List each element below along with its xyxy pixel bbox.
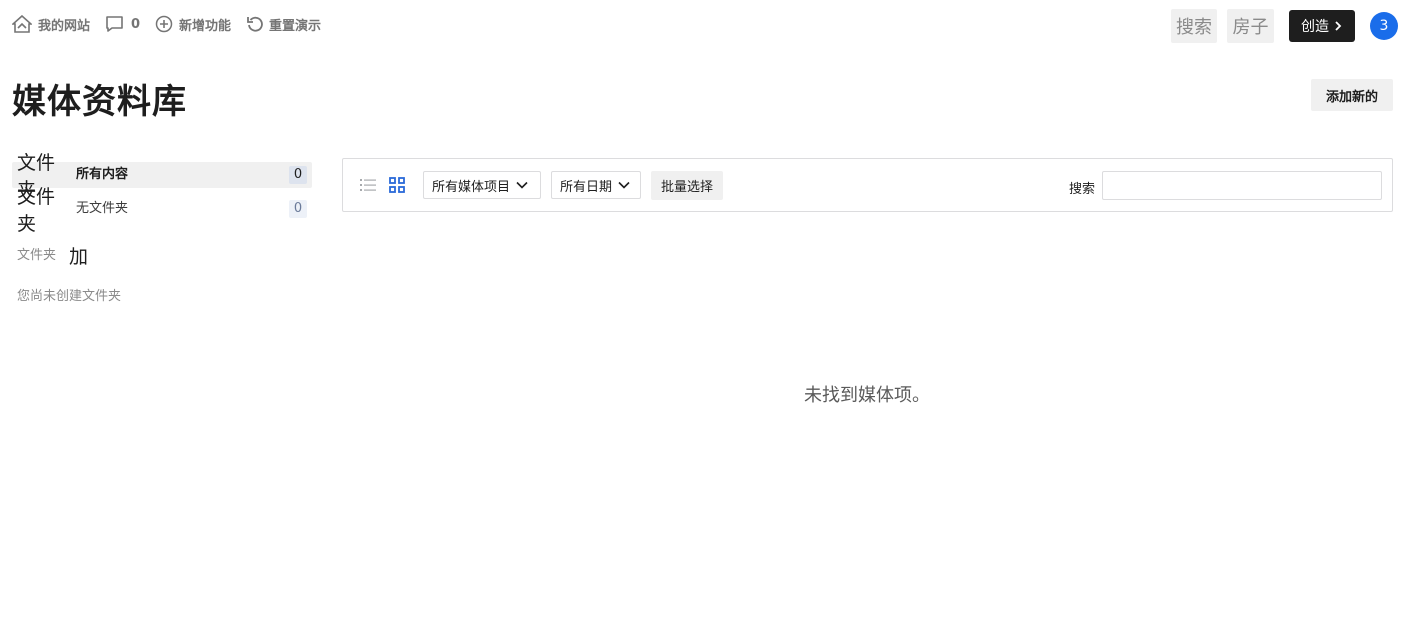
media-search-input[interactable] — [1102, 171, 1382, 200]
site-name: 我的网站 — [38, 18, 91, 34]
chevron-down-icon — [516, 181, 528, 189]
add-folder-button[interactable]: 加 — [69, 242, 88, 269]
create-label: 创造 — [1301, 19, 1329, 35]
comments-count: 0 — [131, 16, 141, 32]
list-view-icon — [360, 179, 376, 191]
reset-icon — [247, 16, 263, 32]
media-type-select[interactable]: 所有媒体项目 — [423, 171, 541, 199]
bulk-select-button[interactable]: 批量选择 — [651, 171, 723, 200]
new-label: 新增功能 — [179, 18, 232, 34]
media-toolbar: 所有媒体项目 所有日期 批量选择 搜索 — [342, 158, 1393, 212]
admin-bar: 我的网站 0 新增功能 重置演示 搜索 房子 创造 3 — [0, 0, 1410, 50]
no-folders-message: 您尚未创建文件夹 — [17, 289, 122, 304]
media-type-value: 所有媒体项目 — [432, 179, 511, 195]
comments-link[interactable]: 0 — [105, 14, 140, 34]
grid-view-button[interactable] — [389, 177, 405, 197]
empty-message: 未找到媒体项。 — [804, 385, 930, 406]
folder-label: 无文件夹 — [76, 200, 129, 216]
house-button[interactable]: 房子 — [1227, 9, 1274, 43]
comment-icon — [106, 16, 123, 32]
create-button[interactable]: 创造 — [1289, 10, 1355, 42]
add-new-button[interactable]: 添加新的 — [1311, 79, 1393, 111]
folder-item-uncategorized[interactable]: 文件夹 无文件夹 0 — [12, 186, 312, 235]
folder-count: 0 — [289, 200, 307, 218]
folders-section-label: 文件夹 — [17, 248, 57, 263]
folder-count: 0 — [289, 166, 307, 184]
reset-label: 重置演示 — [269, 18, 322, 34]
reset-demo-link[interactable]: 重置演示 — [246, 14, 321, 34]
list-view-button[interactable] — [360, 177, 376, 196]
site-link[interactable]: 我的网站 — [12, 14, 90, 34]
notification-badge[interactable]: 3 — [1370, 12, 1398, 40]
date-select[interactable]: 所有日期 — [551, 171, 641, 199]
chevron-down-icon — [618, 181, 630, 189]
page-title: 媒体资料库 — [12, 82, 187, 122]
chevron-right-icon — [1335, 21, 1342, 31]
folder-label: 所有内容 — [76, 166, 129, 182]
date-value: 所有日期 — [560, 179, 613, 195]
new-link[interactable]: 新增功能 — [155, 14, 231, 34]
folder-icon: 文件夹 — [17, 186, 56, 235]
search-label: 搜索 — [1069, 182, 1096, 197]
plus-circle-icon — [155, 15, 173, 33]
grid-view-icon — [389, 177, 405, 193]
search-button[interactable]: 搜索 — [1171, 9, 1217, 43]
site-home-icon — [12, 15, 32, 33]
